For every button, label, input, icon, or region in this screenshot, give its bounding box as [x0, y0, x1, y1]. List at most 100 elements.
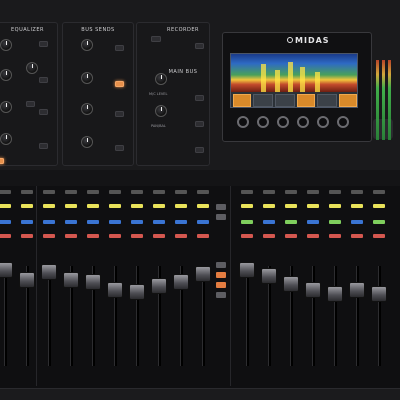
bus-send-knob[interactable] — [81, 103, 93, 115]
fader-cap[interactable] — [173, 274, 189, 290]
select-led[interactable] — [241, 204, 253, 208]
main-bus-level-knob[interactable] — [155, 73, 167, 85]
strip-button[interactable] — [351, 190, 363, 194]
usb-port[interactable] — [151, 36, 161, 42]
eq-button-active[interactable] — [0, 158, 4, 164]
strip-button[interactable] — [21, 190, 33, 194]
display-soft-key[interactable] — [297, 94, 315, 107]
strip-button[interactable] — [285, 190, 297, 194]
strip-button[interactable] — [329, 190, 341, 194]
display-screen[interactable] — [230, 53, 358, 108]
fader-cap[interactable] — [19, 272, 35, 288]
mute-button[interactable] — [87, 234, 99, 238]
layer-button[interactable] — [216, 204, 226, 210]
fader-cap[interactable] — [371, 286, 387, 302]
select-led[interactable] — [351, 204, 363, 208]
select-led[interactable] — [373, 204, 385, 208]
eq-knob[interactable] — [26, 62, 38, 74]
mute-button[interactable] — [0, 234, 11, 238]
fader-cap[interactable] — [349, 282, 365, 298]
display-soft-key[interactable] — [275, 94, 295, 107]
select-led[interactable] — [0, 204, 11, 208]
eq-button[interactable] — [39, 109, 48, 115]
fader-cap[interactable] — [283, 276, 299, 292]
eq-knob[interactable] — [0, 69, 12, 81]
mute-button[interactable] — [285, 234, 297, 238]
strip-button[interactable] — [153, 190, 165, 194]
mute-button[interactable] — [153, 234, 165, 238]
bus-send-button[interactable] — [115, 111, 124, 117]
fader-cap[interactable] — [0, 262, 13, 278]
screen-encoder[interactable] — [337, 116, 349, 128]
select-led[interactable] — [65, 204, 77, 208]
bus-send-knob[interactable] — [81, 72, 93, 84]
main-bus-button[interactable] — [195, 121, 204, 127]
fader-cap[interactable] — [327, 286, 343, 302]
strip-button[interactable] — [131, 190, 143, 194]
display-soft-key[interactable] — [233, 94, 251, 107]
screen-encoder[interactable] — [257, 116, 269, 128]
mute-button[interactable] — [307, 234, 319, 238]
eq-knob[interactable] — [0, 39, 12, 51]
strip-button[interactable] — [87, 190, 99, 194]
fader-cap[interactable] — [85, 274, 101, 290]
mute-button[interactable] — [65, 234, 77, 238]
recorder-button[interactable] — [195, 43, 204, 49]
screen-encoder[interactable] — [297, 116, 309, 128]
eq-button[interactable] — [39, 41, 48, 47]
fader-cap[interactable] — [239, 262, 255, 278]
strip-button[interactable] — [307, 190, 319, 194]
select-led[interactable] — [307, 204, 319, 208]
mute-button[interactable] — [263, 234, 275, 238]
mute-button[interactable] — [21, 234, 33, 238]
fader-cap[interactable] — [41, 264, 57, 280]
fader-cap[interactable] — [151, 278, 167, 294]
select-led[interactable] — [175, 204, 187, 208]
select-led[interactable] — [329, 204, 341, 208]
display-soft-key[interactable] — [253, 94, 273, 107]
mute-button[interactable] — [109, 234, 121, 238]
mute-button[interactable] — [175, 234, 187, 238]
display-soft-key[interactable] — [339, 94, 357, 107]
mute-button[interactable] — [329, 234, 341, 238]
fader-cap[interactable] — [261, 268, 277, 284]
bus-send-knob[interactable] — [81, 39, 93, 51]
bus-send-button-active[interactable] — [115, 81, 124, 87]
layer-button-active[interactable] — [216, 282, 226, 288]
fader-cap[interactable] — [305, 282, 321, 298]
mute-button[interactable] — [197, 234, 209, 238]
select-led[interactable] — [285, 204, 297, 208]
select-led[interactable] — [43, 204, 55, 208]
eq-button[interactable] — [39, 143, 48, 149]
eq-button[interactable] — [39, 77, 48, 83]
layer-button[interactable] — [216, 292, 226, 298]
screen-encoder[interactable] — [237, 116, 249, 128]
bus-send-knob[interactable] — [81, 136, 93, 148]
strip-button[interactable] — [263, 190, 275, 194]
screen-encoder[interactable] — [317, 116, 329, 128]
fader-cap[interactable] — [129, 284, 145, 300]
select-led[interactable] — [197, 204, 209, 208]
bus-send-button[interactable] — [115, 145, 124, 151]
fader-cap[interactable] — [63, 272, 79, 288]
mute-button[interactable] — [351, 234, 363, 238]
strip-button[interactable] — [197, 190, 209, 194]
mute-button[interactable] — [373, 234, 385, 238]
mute-button[interactable] — [241, 234, 253, 238]
eq-knob[interactable] — [0, 101, 12, 113]
eq-knob[interactable] — [0, 133, 12, 145]
strip-button[interactable] — [175, 190, 187, 194]
pan-bal-knob[interactable] — [155, 105, 167, 117]
display-soft-key[interactable] — [317, 94, 337, 107]
select-led[interactable] — [263, 204, 275, 208]
strip-button[interactable] — [65, 190, 77, 194]
strip-button[interactable] — [43, 190, 55, 194]
strip-button[interactable] — [373, 190, 385, 194]
main-bus-button[interactable] — [195, 95, 204, 101]
main-bus-button[interactable] — [195, 147, 204, 153]
bus-send-button[interactable] — [115, 45, 124, 51]
strip-button[interactable] — [0, 190, 11, 194]
layer-button[interactable] — [216, 214, 226, 220]
select-led[interactable] — [87, 204, 99, 208]
select-led[interactable] — [131, 204, 143, 208]
